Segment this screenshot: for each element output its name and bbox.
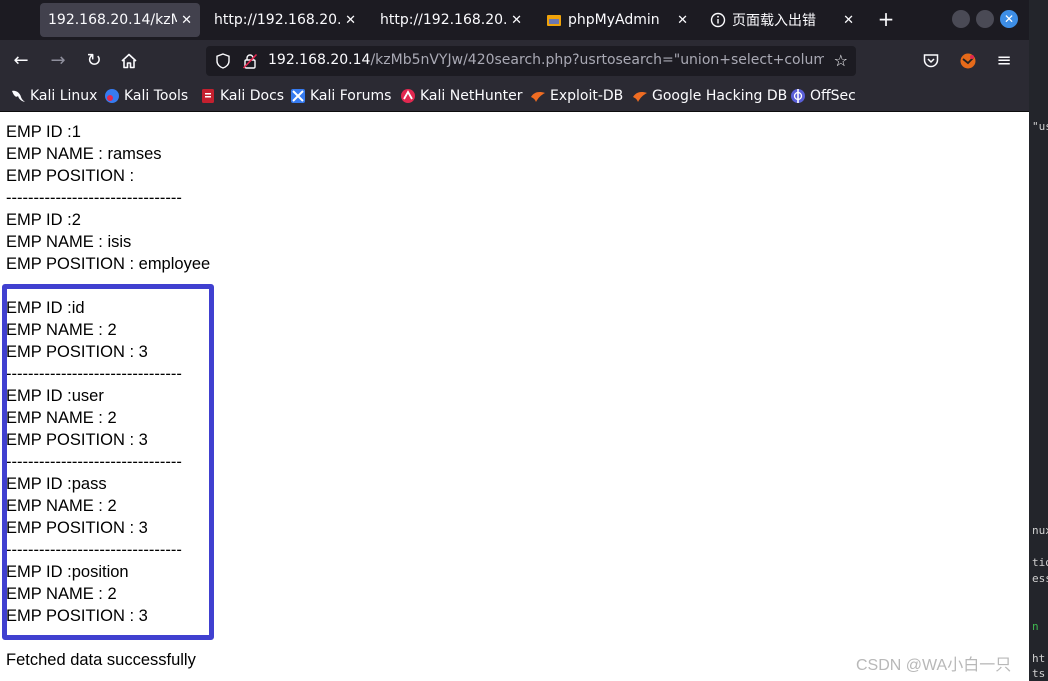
- tab-close-icon[interactable]: ✕: [843, 13, 854, 28]
- reload-icon[interactable]: ↻: [83, 50, 105, 72]
- url-host: 192.168.20.14: [268, 52, 371, 68]
- nav-bar: ← → ↻ 192.168.20.14/kzMb5nVYJw/420search…: [0, 40, 1029, 82]
- bookmark-offsec[interactable]: OffSec: [790, 88, 856, 104]
- emp-id-line: EMP ID :1: [6, 123, 81, 141]
- extension-icon[interactable]: [957, 50, 979, 72]
- tab-label: 页面载入出错: [732, 13, 816, 29]
- tab-label: 192.168.20.14/kzMb: [48, 12, 178, 28]
- menu-hamburger-icon[interactable]: ≡: [993, 50, 1015, 72]
- background-terminal: "us nux tio ess n ht ts: [1029, 0, 1048, 681]
- bookmark-label: Kali Tools: [124, 88, 189, 104]
- bookmark-label: Kali NetHunter: [420, 88, 523, 104]
- watermark: CSDN @WA小白一只: [856, 657, 1012, 674]
- tab-label: phpMyAdmin: [568, 12, 660, 28]
- maximize-icon[interactable]: [976, 10, 994, 28]
- offsec-icon: [790, 88, 806, 104]
- back-arrow-icon[interactable]: ←: [10, 50, 32, 72]
- address-bar[interactable]: 192.168.20.14/kzMb5nVYJw/420search.php?u…: [206, 46, 856, 76]
- new-tab-plus-icon[interactable]: +: [876, 8, 896, 32]
- bookmark-kali-tools[interactable]: Kali Tools: [104, 88, 188, 104]
- bookmark-label: Google Hacking DB: [652, 88, 788, 104]
- terminal-line: ts: [1032, 667, 1046, 680]
- bookmark-exploit-db[interactable]: Exploit-DB: [530, 88, 623, 104]
- terminal-line: ht: [1032, 652, 1046, 665]
- emp-position-line: EMP POSITION :: [6, 167, 135, 185]
- page-content: EMP ID :1 EMP NAME : ramses EMP POSITION…: [0, 113, 1029, 681]
- pocket-icon[interactable]: [920, 50, 942, 72]
- tab-http-2[interactable]: http://192.168.20.14 ✕: [372, 3, 530, 37]
- emp-position-line: EMP POSITION : employee: [6, 255, 211, 273]
- bookmarks-bar: Kali Linux Kali Tools Kali Docs Kali For…: [0, 82, 1029, 112]
- info-icon: [710, 12, 726, 28]
- bookmark-kali-nethunter[interactable]: Kali NetHunter: [400, 88, 522, 104]
- browser-window: 192.168.20.14/kzMb ✕ http://192.168.20.1…: [0, 0, 1029, 681]
- emp-id-line: EMP ID :2: [6, 211, 81, 229]
- tab-close-icon[interactable]: ✕: [677, 13, 688, 28]
- tab-phpmyadmin[interactable]: phpMyAdmin ✕: [538, 3, 696, 37]
- tab-search-page[interactable]: 192.168.20.14/kzMb ✕: [40, 3, 200, 37]
- emp-name-line: EMP NAME : ramses: [6, 145, 162, 163]
- tab-label: http://192.168.20.14: [380, 12, 508, 28]
- tab-close-icon[interactable]: ✕: [345, 13, 356, 28]
- forward-arrow-icon[interactable]: →: [47, 50, 69, 72]
- bookmark-google-hacking-db[interactable]: Google Hacking DB: [632, 88, 787, 104]
- tab-load-error[interactable]: 页面载入出错 ✕: [702, 3, 862, 37]
- bookmark-kali-forums[interactable]: Kali Forums: [290, 88, 391, 104]
- terminal-line: nux: [1032, 524, 1048, 537]
- bookmark-label: Kali Linux: [30, 88, 98, 104]
- close-window-icon[interactable]: ✕: [1000, 10, 1018, 28]
- emp-name-line: EMP NAME : isis: [6, 233, 132, 251]
- bookmark-kali-docs[interactable]: Kali Docs: [200, 88, 284, 104]
- separator-line: --------------------------------: [6, 189, 182, 207]
- bookmark-kali-linux[interactable]: Kali Linux: [10, 88, 97, 104]
- tab-bar: 192.168.20.14/kzMb ✕ http://192.168.20.1…: [0, 0, 1029, 40]
- kali-tools-icon: [104, 88, 120, 104]
- kali-nethunter-icon: [400, 88, 416, 104]
- ghdb-icon: [632, 88, 648, 104]
- tab-close-icon[interactable]: ✕: [511, 13, 522, 28]
- terminal-line: "us: [1032, 120, 1048, 133]
- shield-icon[interactable]: [216, 53, 230, 69]
- terminal-line: n: [1032, 620, 1039, 633]
- bookmark-label: Exploit-DB: [550, 88, 624, 104]
- kali-docs-icon: [200, 88, 216, 104]
- insecure-lock-icon[interactable]: [242, 53, 258, 69]
- url-path: /kzMb5nVYJw/420search.php?usrtosearch="u…: [370, 52, 824, 68]
- highlight-annotation-box: [2, 284, 214, 640]
- home-icon[interactable]: [118, 50, 140, 72]
- exploit-db-icon: [530, 88, 546, 104]
- bookmark-label: OffSec: [810, 88, 856, 104]
- tab-http-1[interactable]: http://192.168.20.14 ✕: [206, 3, 364, 37]
- bookmark-label: Kali Forums: [310, 88, 392, 104]
- tab-label: http://192.168.20.14: [214, 12, 342, 28]
- kali-forums-icon: [290, 88, 306, 104]
- url-text[interactable]: 192.168.20.14/kzMb5nVYJw/420search.php?u…: [268, 52, 824, 68]
- minimize-icon[interactable]: [952, 10, 970, 28]
- status-message: Fetched data successfully: [6, 651, 196, 669]
- tab-close-icon[interactable]: ✕: [181, 13, 192, 28]
- terminal-line: ess: [1032, 572, 1048, 585]
- bookmark-star-icon[interactable]: ☆: [834, 51, 848, 70]
- phpmyadmin-icon: [546, 12, 562, 28]
- bookmark-label: Kali Docs: [220, 88, 285, 104]
- kali-dragon-icon: [10, 88, 26, 104]
- terminal-line: tio: [1032, 556, 1048, 569]
